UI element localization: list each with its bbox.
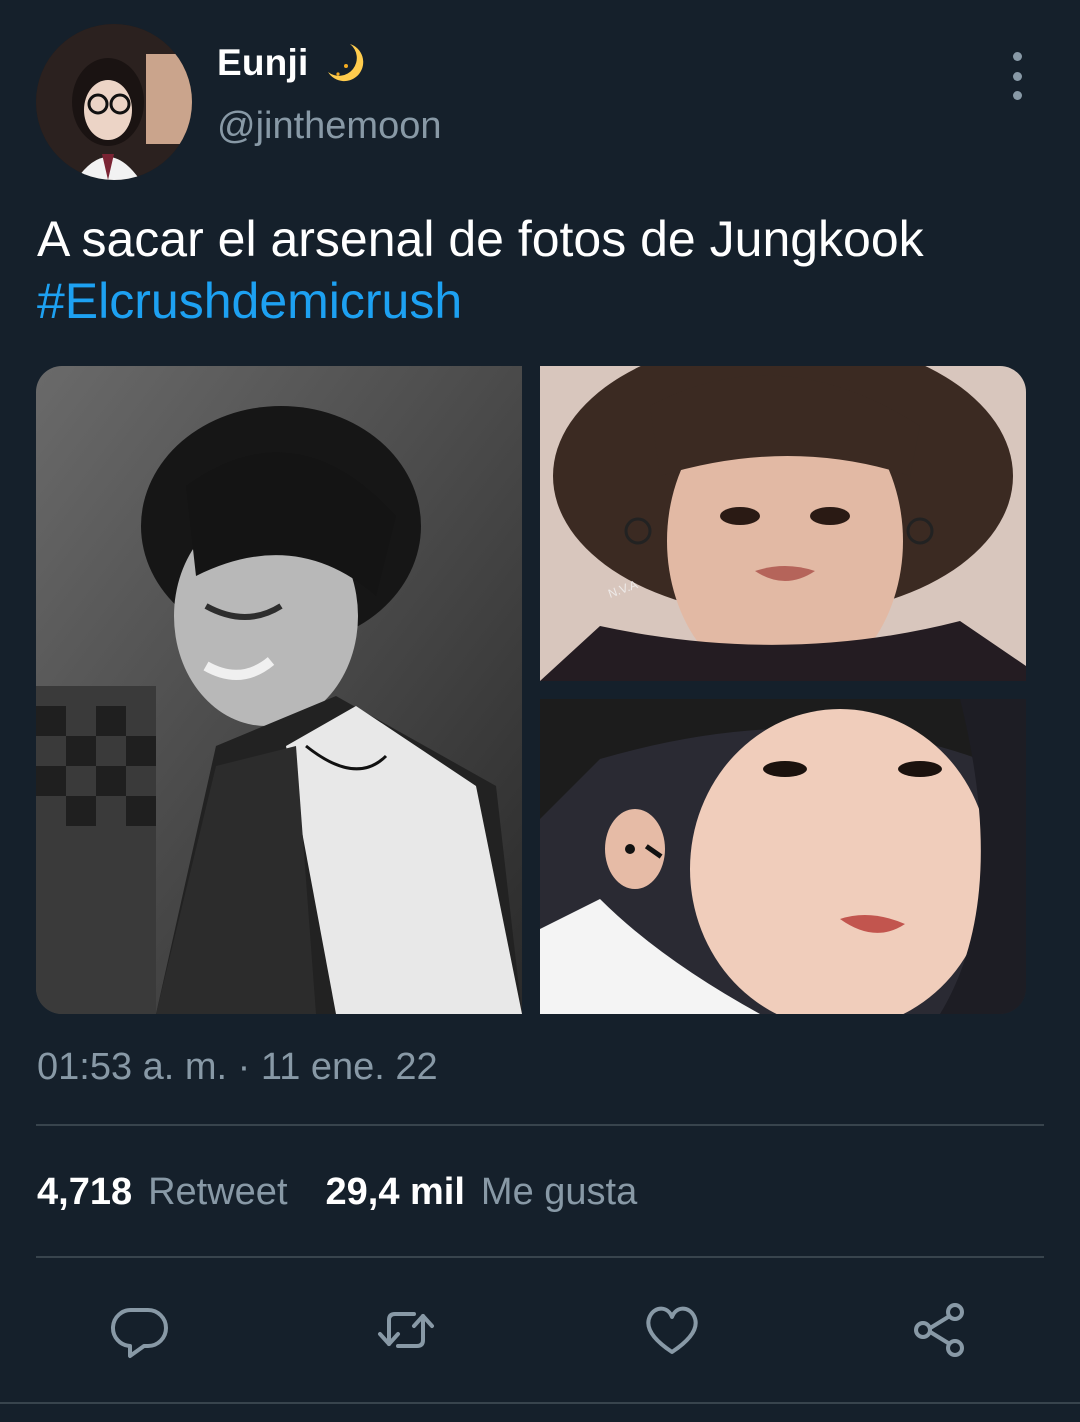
retweet-button[interactable] [372, 1296, 440, 1364]
likes-count: 29,4 mil [325, 1171, 465, 1213]
crescent-moon-icon [320, 40, 366, 86]
tweet-body: A sacar el arsenal de fotos de Jungkook [37, 211, 924, 267]
divider [36, 1124, 1044, 1126]
photo-3[interactable] [540, 699, 1026, 1014]
photo-1[interactable] [36, 366, 522, 1014]
author-handle[interactable]: @jinthemoon [217, 105, 441, 148]
retweet-icon [378, 1312, 434, 1348]
retweets-stat[interactable]: 4,718 Retweet [37, 1171, 288, 1214]
avatar-photo [36, 24, 192, 180]
retweets-label: Retweet [148, 1171, 288, 1213]
photo-3-image [540, 699, 1026, 1014]
reply-icon [110, 1307, 168, 1358]
retweets-count: 4,718 [37, 1171, 133, 1213]
photo-2[interactable]: N.V.A [540, 366, 1026, 681]
like-icon [646, 1306, 698, 1354]
tweet: Eunji @jinthemoon A sacar el arsenal de … [0, 0, 1080, 1422]
tweet-text: A sacar el arsenal de fotos de Jungkook … [37, 208, 1047, 332]
more-options-icon[interactable] [1000, 52, 1034, 100]
media-grid: N.V.A [36, 366, 1026, 1014]
share-icon [914, 1303, 964, 1357]
tweet-timestamp[interactable]: 01:53 a. m. · 11 ene. 22 [37, 1046, 438, 1089]
dot [1012, 71, 1022, 81]
display-name-text: Eunji [217, 42, 309, 83]
dot [1012, 91, 1022, 100]
photo-1-image [36, 366, 522, 1014]
likes-label: Me gusta [480, 1171, 638, 1213]
share-button[interactable] [905, 1296, 973, 1364]
photo-2-image: N.V.A [540, 366, 1026, 681]
dot [1012, 52, 1022, 61]
divider [0, 1402, 1080, 1404]
divider [36, 1256, 1044, 1258]
reply-button[interactable] [106, 1296, 174, 1364]
avatar[interactable] [36, 24, 192, 180]
display-name[interactable]: Eunji [217, 40, 366, 86]
likes-stat[interactable]: 29,4 mil Me gusta [326, 1171, 638, 1214]
action-bar [0, 1296, 1080, 1364]
tweet-stats: 4,718 Retweet 29,4 mil Me gusta [37, 1171, 637, 1214]
like-button[interactable] [638, 1296, 706, 1364]
hashtag-link[interactable]: #Elcrushdemicrush [37, 270, 1047, 332]
